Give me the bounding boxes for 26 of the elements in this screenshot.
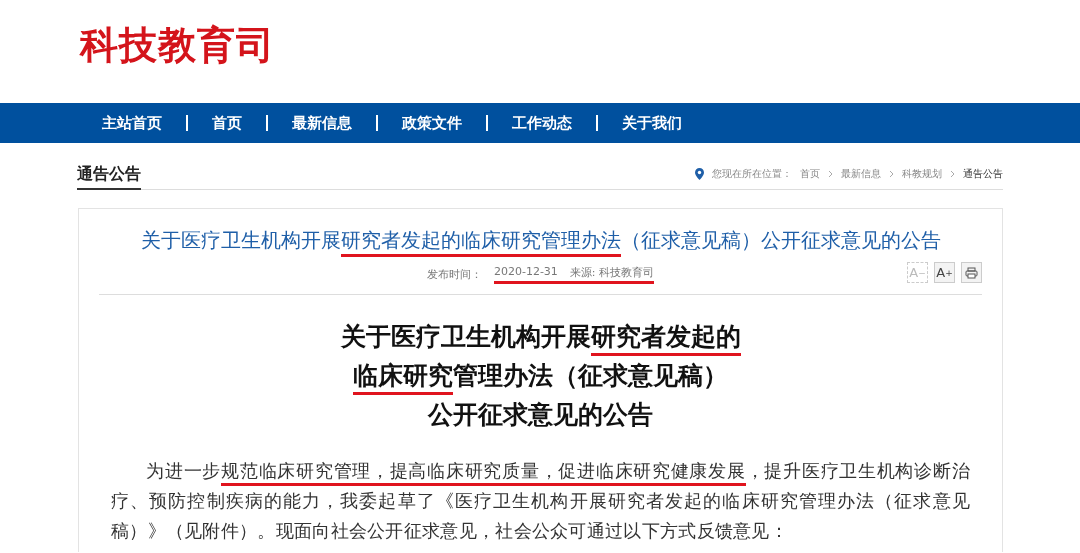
print-button[interactable] (961, 262, 982, 283)
nav-link[interactable]: 主站首页 (78, 115, 186, 131)
nav-link[interactable]: 最新信息 (266, 115, 376, 131)
nav-link[interactable]: 工作动态 (486, 115, 596, 131)
article-title: 关于医疗卫生机构开展研究者发起的临床研究管理办法（征求意见稿）公开征求意见的公告 (101, 227, 980, 254)
chevron-icon (889, 169, 894, 178)
nav-link[interactable]: 政策文件 (376, 115, 486, 131)
breadcrumb-label: 您现在所在位置： (712, 167, 792, 181)
breadcrumb-link[interactable]: 通告公告 (963, 167, 1003, 181)
section-title: 通告公告 (77, 164, 141, 190)
nav-link[interactable]: 首页 (186, 115, 266, 131)
chevron-icon (950, 169, 955, 178)
font-size-button[interactable]: A$^{+}$ (934, 262, 955, 283)
source-text: 来源: 科技教育司 (569, 264, 655, 280)
chevron-icon (828, 169, 833, 178)
printer-icon (965, 266, 978, 279)
publish-label: 发布时间： (426, 266, 482, 282)
breadcrumb-link[interactable]: 科教规划 (902, 167, 942, 181)
body-paragraph: 为进一步规范临床研究管理，提高临床研究质量，促进临床研究健康发展，提升医疗卫生机构诊断治疗、预防控制疾病的能力，我委起草了《医疗卫生机构开展研究者发起的临床研究管理办法（征求意见稿）》（见附件）。现面向社会公开征求意见，社会公众可通过以下方式反馈意见： (111, 460, 970, 543)
publish-date: 2020-12-31 (493, 264, 558, 280)
location-pin-icon (695, 168, 704, 180)
breadcrumb-link[interactable]: 首页 (800, 167, 820, 181)
site-logo: 科技教育司 (80, 22, 275, 69)
breadcrumb-link[interactable]: 最新信息 (841, 167, 881, 181)
nav-link[interactable]: 关于我们 (596, 115, 706, 131)
document-heading: 关于医疗卫生机构开展研究者发起的 临床研究管理办法（征求意见稿） 公开征求意见的公告 (339, 321, 742, 431)
